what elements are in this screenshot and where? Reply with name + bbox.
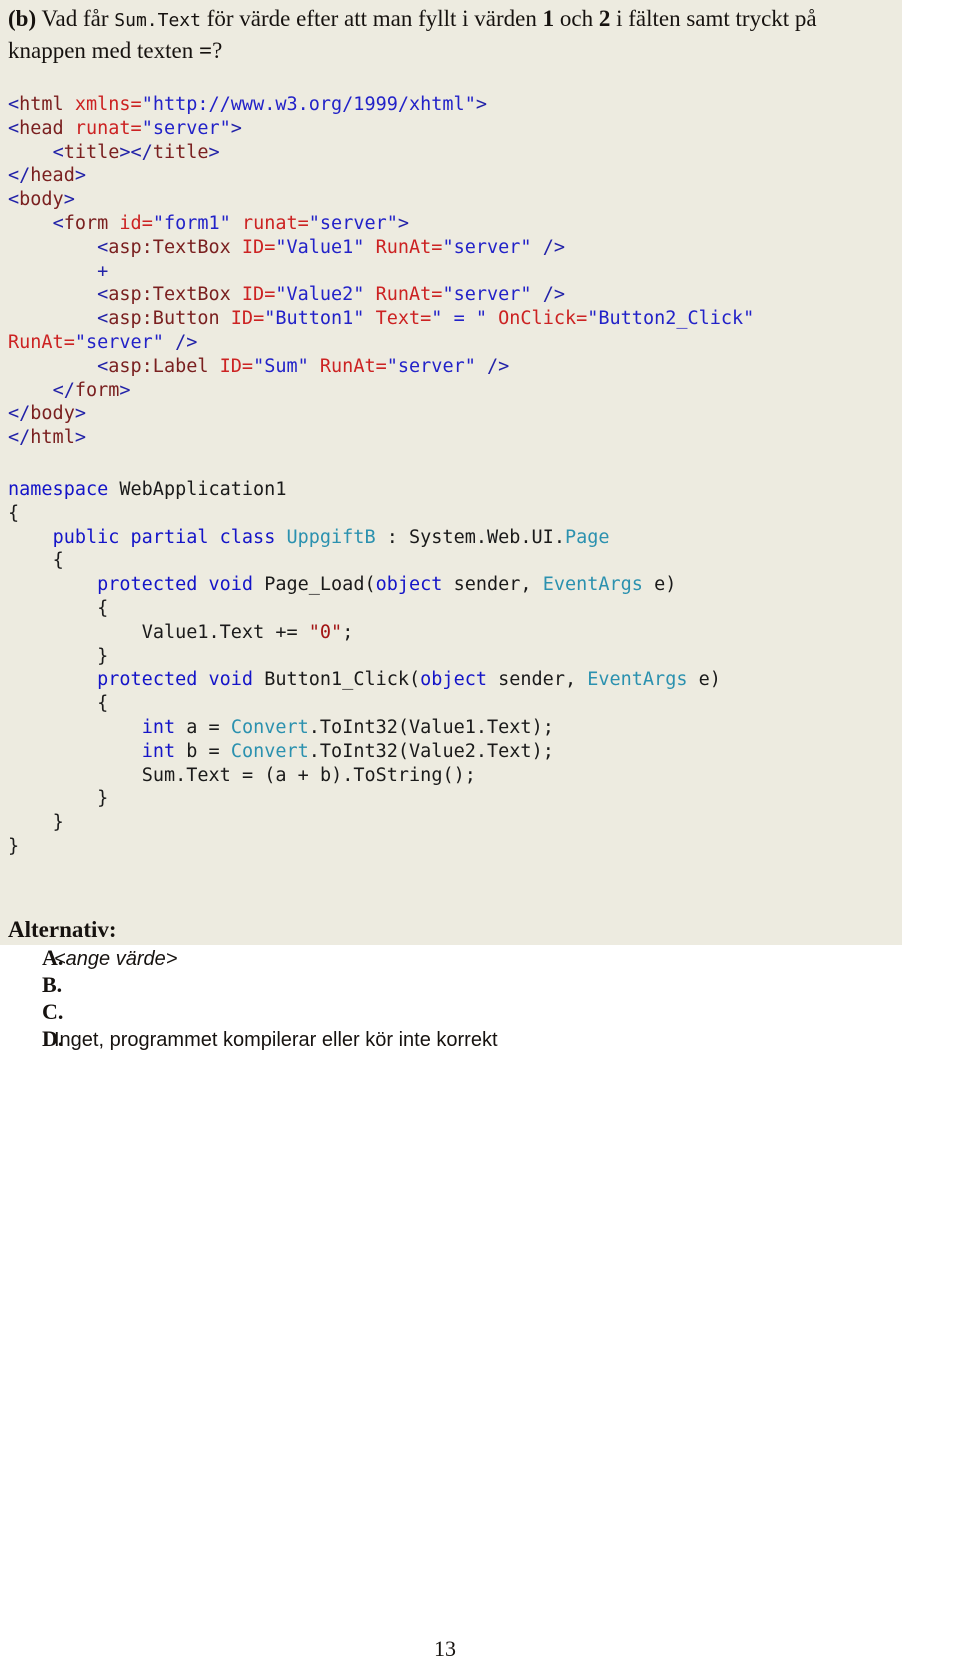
alternative-letter: B. bbox=[42, 972, 63, 997]
question-label: (b) bbox=[8, 6, 37, 31]
question-part-1: Vad får bbox=[36, 6, 115, 31]
alternatives-list: A. <ange värde> B. C. D. Inget, programmet ko… bbox=[8, 945, 888, 1053]
csharp-code-block: namespace WebApplication1 { public parti… bbox=[8, 479, 721, 857]
alternative-option-a[interactable]: A. <ange värde> bbox=[8, 945, 888, 972]
alternative-letter: C. bbox=[42, 999, 64, 1024]
alternative-option-d[interactable]: D. Inget, programmet kompilerar eller kör… bbox=[8, 1026, 888, 1053]
question-part-5: ? bbox=[212, 38, 223, 63]
question-value-two: 2 bbox=[598, 6, 611, 31]
question-equals-symbol: = bbox=[198, 38, 213, 63]
question-part-2: för värde efter att man fyllt i värden bbox=[200, 6, 543, 31]
alternative-letter: A. bbox=[42, 945, 64, 970]
alternatives-heading: Alternativ: bbox=[8, 917, 117, 942]
alternative-letter: D. bbox=[42, 1026, 64, 1051]
alternative-text: <ange värde> bbox=[54, 948, 178, 970]
question-code-ref: Sum.Text bbox=[114, 10, 201, 31]
alternative-text: Inget, programmet kompilerar eller kör i… bbox=[54, 1029, 498, 1051]
question-part-3: och bbox=[554, 6, 599, 31]
question-value-one: 1 bbox=[542, 6, 555, 31]
alternative-option-b[interactable]: B. bbox=[8, 972, 888, 999]
alternative-option-c[interactable]: C. bbox=[8, 999, 888, 1026]
page-number: 13 bbox=[434, 1636, 456, 1661]
aspx-markup-code-block: <html xmlns="http://www.w3.org/1999/xhtm… bbox=[8, 94, 755, 449]
question-text: (b) Vad får Sum.Text för värde efter att… bbox=[8, 4, 888, 66]
